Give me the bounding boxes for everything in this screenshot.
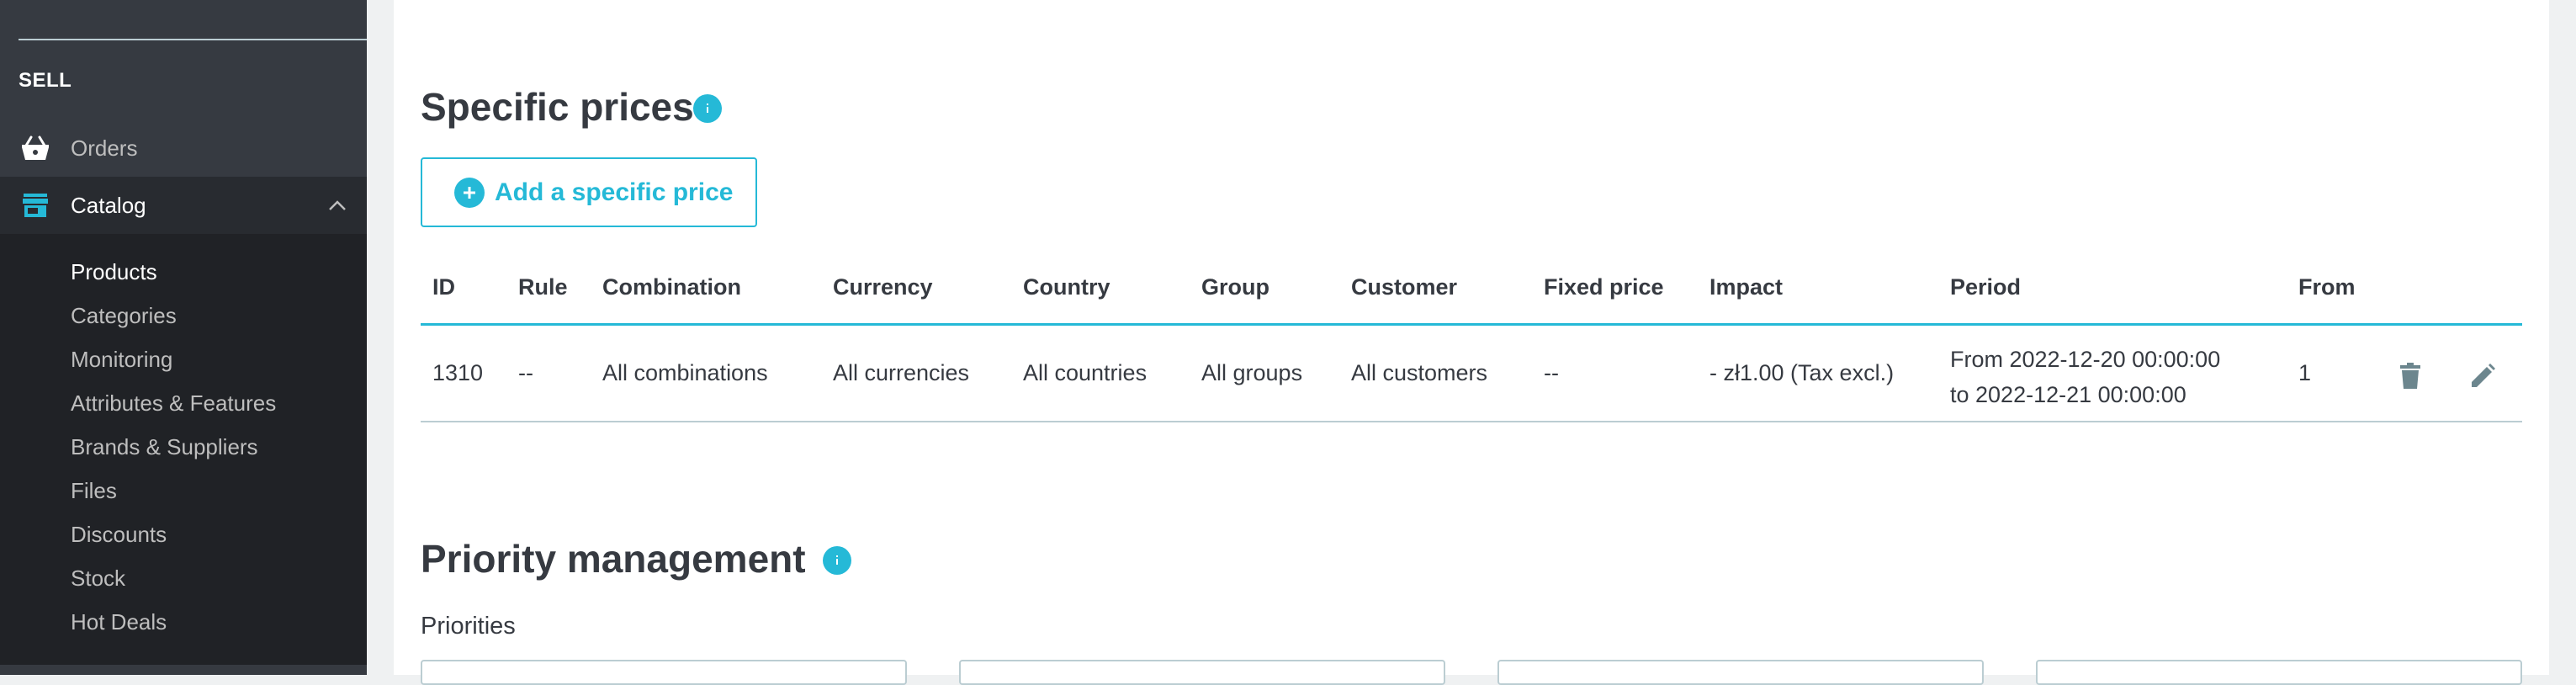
plus-circle-icon: [454, 177, 485, 208]
column-header-country: Country: [1023, 274, 1110, 300]
cell-group: All groups: [1201, 360, 1303, 385]
column-header-customer: Customer: [1351, 274, 1458, 300]
cell-combination: All combinations: [602, 360, 768, 385]
priority-select-1[interactable]: [421, 660, 907, 685]
priority-select-3[interactable]: [1497, 660, 1984, 685]
sidebar-subitem-files[interactable]: Files: [71, 478, 117, 504]
column-header-from: From: [2298, 274, 2356, 300]
info-icon[interactable]: [693, 94, 722, 123]
cell-customer: All customers: [1351, 360, 1488, 385]
sidebar: SELL Orders Catalog Products Categories …: [0, 0, 367, 675]
sidebar-item-catalog[interactable]: Catalog: [0, 177, 367, 234]
product-pricing-panel: Specific prices Add a specific price ID …: [394, 0, 2549, 685]
column-header-group: Group: [1201, 274, 1269, 300]
trash-icon[interactable]: [2392, 358, 2429, 395]
column-header-combination: Combination: [602, 274, 741, 300]
cell-impact: - zł1.00 (Tax excl.): [1709, 360, 1895, 385]
sidebar-subitem-stock[interactable]: Stock: [71, 566, 125, 592]
sidebar-section-title: SELL: [19, 69, 72, 92]
priority-select-2[interactable]: [959, 660, 1445, 685]
cell-from: 1: [2298, 360, 2312, 385]
sidebar-item-label: Catalog: [71, 192, 146, 218]
add-specific-price-button[interactable]: Add a specific price: [421, 157, 757, 227]
column-header-period: Period: [1950, 274, 2022, 300]
sidebar-subitem-attributes-features[interactable]: Attributes & Features: [71, 390, 276, 417]
column-header-id: ID: [432, 274, 455, 300]
catalog-submenu: Products Categories Monitoring Attribute…: [0, 234, 367, 665]
specific-prices-title: Specific prices: [421, 85, 694, 129]
sidebar-item-orders[interactable]: Orders: [0, 120, 367, 176]
priorities-label: Priorities: [421, 613, 516, 640]
table-row-divider: [421, 421, 2522, 422]
table-header-divider: [421, 323, 2522, 326]
column-header-fixed-price: Fixed price: [1544, 274, 1664, 300]
period-from: From 2022-12-20 00:00:00: [1950, 347, 2221, 372]
sidebar-item-label: Orders: [71, 135, 138, 161]
sidebar-subitem-hot-deals[interactable]: Hot Deals: [71, 609, 167, 635]
store-icon: [19, 189, 52, 222]
column-header-impact: Impact: [1709, 274, 1784, 300]
cell-id: 1310: [432, 360, 484, 385]
add-specific-price-label: Add a specific price: [495, 178, 734, 206]
edit-pencil-icon[interactable]: [2464, 358, 2501, 395]
sidebar-subitem-monitoring[interactable]: Monitoring: [71, 347, 172, 373]
cell-currency: All currencies: [833, 360, 970, 385]
info-icon[interactable]: [823, 546, 851, 575]
column-header-rule: Rule: [518, 274, 568, 300]
sidebar-subitem-discounts[interactable]: Discounts: [71, 522, 167, 548]
cell-country: All countries: [1023, 360, 1148, 385]
sidebar-bottom-strip: [0, 665, 367, 675]
priority-select-4[interactable]: [2036, 660, 2522, 685]
sidebar-subitem-products[interactable]: Products: [71, 259, 157, 285]
period-to: to 2022-12-21 00:00:00: [1950, 382, 2186, 407]
column-header-currency: Currency: [833, 274, 933, 300]
priority-management-title: Priority management: [421, 537, 806, 581]
basket-icon: [19, 131, 52, 165]
cell-period: From 2022-12-20 00:00:00 to 2022-12-21 0…: [1950, 342, 2220, 412]
sidebar-divider: [19, 39, 367, 40]
cell-rule: --: [518, 360, 533, 385]
sidebar-subitem-brands-suppliers[interactable]: Brands & Suppliers: [71, 434, 258, 460]
cell-fixed-price: --: [1544, 360, 1559, 385]
chevron-up-icon[interactable]: [325, 193, 350, 218]
sidebar-subitem-categories[interactable]: Categories: [71, 303, 177, 329]
